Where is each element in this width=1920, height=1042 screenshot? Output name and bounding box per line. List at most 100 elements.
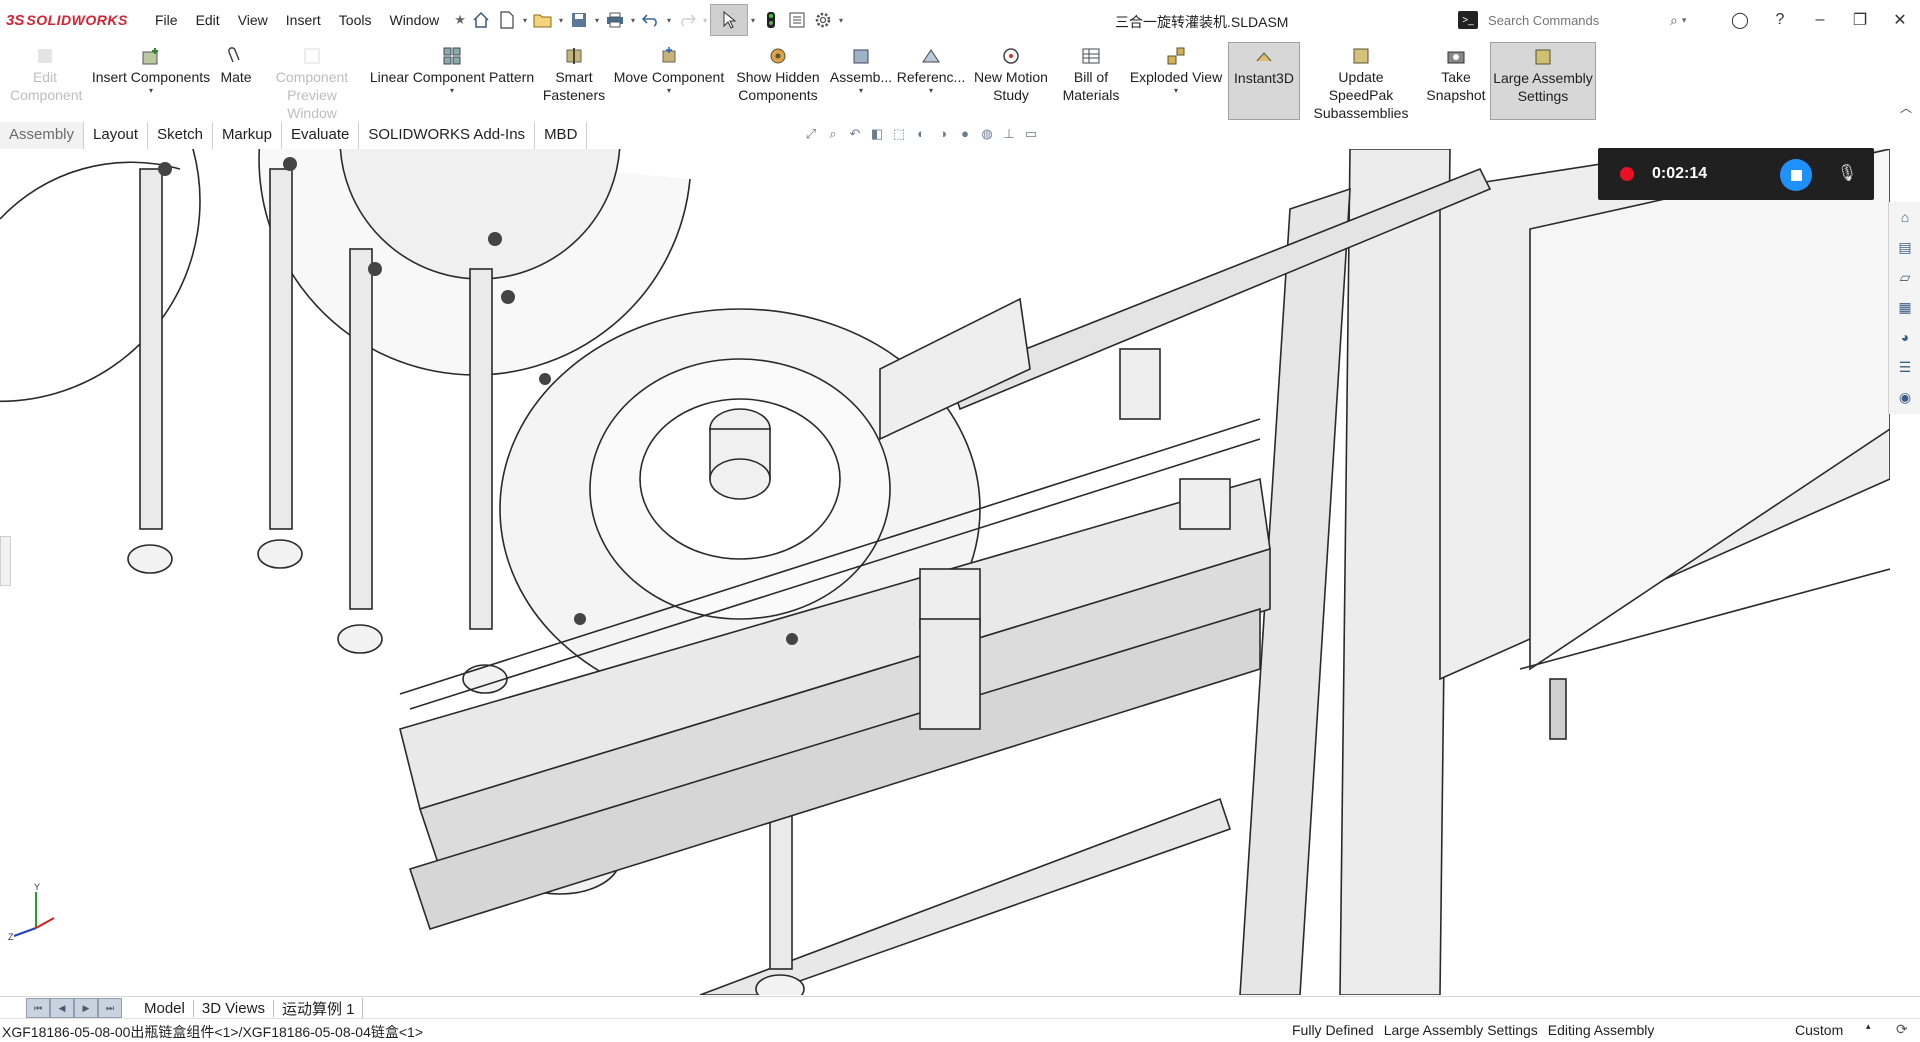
chevron-down-icon[interactable]: ▾ bbox=[628, 16, 638, 25]
chevron-down-icon[interactable]: ▾ bbox=[664, 16, 674, 25]
help-icon[interactable]: ? bbox=[1760, 11, 1800, 29]
select-arrow-icon[interactable] bbox=[710, 4, 748, 36]
reference-geometry-button[interactable]: Referenc... ▾ bbox=[896, 42, 966, 118]
last-tab-icon[interactable]: ⏭ bbox=[98, 998, 122, 1018]
tab-3d-views[interactable]: 3D Views bbox=[194, 999, 274, 1017]
redo-icon[interactable] bbox=[674, 8, 700, 32]
file-explorer-icon[interactable]: ▱ bbox=[1889, 262, 1920, 292]
instant3d-button[interactable]: Instant3D bbox=[1228, 42, 1300, 120]
menu-edit[interactable]: Edit bbox=[187, 12, 229, 28]
view-palette-icon[interactable]: ▦ bbox=[1889, 292, 1920, 322]
large-assembly-settings-button[interactable]: Large Assembly Settings bbox=[1490, 42, 1596, 120]
chevron-down-icon[interactable]: ▾ bbox=[700, 16, 710, 25]
menu-tools[interactable]: Tools bbox=[330, 12, 381, 28]
move-component-button[interactable]: Move Component ▾ bbox=[610, 42, 728, 118]
save-icon[interactable] bbox=[566, 8, 592, 32]
display-style-icon[interactable]: ◐ bbox=[910, 126, 932, 148]
tab-sketch[interactable]: Sketch bbox=[148, 122, 213, 149]
chevron-down-icon[interactable]: ▾ bbox=[520, 16, 530, 25]
status-large-assembly[interactable]: Large Assembly Settings bbox=[1384, 1022, 1538, 1038]
close-button[interactable]: ✕ bbox=[1880, 10, 1920, 30]
undo-icon[interactable] bbox=[638, 8, 664, 32]
chevron-down-icon[interactable]: ▾ bbox=[1682, 15, 1687, 26]
menu-view[interactable]: View bbox=[229, 12, 277, 28]
solidworks-forum-icon[interactable]: ◉ bbox=[1889, 382, 1920, 412]
assembly-model[interactable] bbox=[0, 149, 1890, 995]
new-motion-study-button[interactable]: New Motion Study bbox=[968, 42, 1054, 118]
solidworks-resources-icon[interactable]: ⌂ bbox=[1889, 202, 1920, 232]
take-snapshot-button[interactable]: Take Snapshot bbox=[1422, 42, 1490, 118]
mate-button[interactable]: Mate bbox=[214, 42, 258, 118]
insert-components-button[interactable]: Insert Components ▾ bbox=[88, 42, 214, 118]
appearances-icon[interactable]: ◕ bbox=[1889, 322, 1920, 352]
component-preview-window-button[interactable]: Component Preview Window bbox=[262, 42, 362, 121]
update-speedpak-button[interactable]: Update SpeedPak Subassemblies bbox=[1302, 42, 1420, 121]
command-prompt-icon[interactable]: >_ bbox=[1458, 11, 1478, 29]
tab-mbd[interactable]: MBD bbox=[535, 122, 588, 149]
linear-component-pattern-button[interactable]: Linear Component Pattern ▾ bbox=[366, 42, 538, 118]
chevron-down-icon[interactable]: ▾ bbox=[556, 16, 566, 25]
smart-fasteners-button[interactable]: Smart Fasteners bbox=[538, 42, 610, 118]
chevron-up-icon[interactable]: ▴ bbox=[1866, 1021, 1871, 1032]
section-view-icon[interactable]: ◧ bbox=[866, 126, 888, 148]
chevron-down-icon[interactable]: ▾ bbox=[667, 86, 671, 96]
apply-scene-icon[interactable]: ◍ bbox=[976, 126, 998, 148]
feature-manager-handle[interactable] bbox=[0, 536, 11, 586]
new-document-icon[interactable] bbox=[494, 8, 520, 32]
custom-properties-icon[interactable]: ☰ bbox=[1889, 352, 1920, 382]
tab-layout[interactable]: Layout bbox=[84, 122, 149, 149]
chevron-down-icon[interactable]: ▾ bbox=[592, 16, 602, 25]
design-library-icon[interactable]: ▤ bbox=[1889, 232, 1920, 262]
solidworks-logo[interactable]: 3S SOLIDWORKS bbox=[6, 9, 128, 31]
previous-view-icon[interactable]: ↶ bbox=[844, 126, 866, 148]
tab-markup[interactable]: Markup bbox=[213, 122, 282, 149]
show-hidden-components-button[interactable]: Show Hidden Components bbox=[730, 42, 826, 118]
minimize-button[interactable]: – bbox=[1800, 11, 1840, 29]
prev-tab-icon[interactable]: ◀ bbox=[50, 998, 74, 1018]
edit-appearance-icon[interactable]: ● bbox=[954, 126, 976, 148]
assembly-features-button[interactable]: Assemb... ▾ bbox=[828, 42, 894, 118]
zoom-to-fit-icon[interactable]: ⤢ bbox=[800, 126, 822, 148]
mic-muted-icon[interactable]: 🎙 bbox=[1834, 161, 1860, 187]
tab-model[interactable]: Model bbox=[136, 999, 194, 1017]
first-tab-icon[interactable]: ⏮ bbox=[26, 998, 50, 1018]
chevron-down-icon[interactable]: ▾ bbox=[450, 86, 454, 96]
chevron-down-icon[interactable]: ▾ bbox=[929, 86, 933, 96]
rebuild-icon[interactable]: ⟳ bbox=[1896, 1021, 1908, 1038]
search-input[interactable] bbox=[1486, 11, 1670, 29]
hide-show-items-icon[interactable]: ◑ bbox=[932, 126, 954, 148]
restore-button[interactable]: ❐ bbox=[1840, 10, 1880, 30]
view-settings-icon[interactable]: ⊥ bbox=[998, 126, 1020, 148]
graphics-area[interactable] bbox=[0, 149, 1890, 995]
chevron-down-icon[interactable]: ▾ bbox=[1174, 86, 1178, 96]
stop-recording-button[interactable] bbox=[1780, 159, 1812, 191]
chevron-down-icon[interactable]: ▾ bbox=[859, 86, 863, 96]
open-icon[interactable] bbox=[530, 8, 556, 32]
tab-assembly[interactable]: Assembly bbox=[0, 122, 85, 149]
account-icon[interactable]: ◯ bbox=[1720, 10, 1760, 30]
options-gear-icon[interactable] bbox=[810, 8, 836, 32]
chevron-down-icon[interactable]: ▾ bbox=[149, 86, 153, 96]
tab-evaluate[interactable]: Evaluate bbox=[282, 122, 360, 149]
menu-window[interactable]: Window bbox=[380, 12, 448, 28]
menu-insert[interactable]: Insert bbox=[277, 12, 330, 28]
edit-component-button[interactable]: Edit Component bbox=[4, 42, 86, 118]
exploded-view-button[interactable]: Exploded View ▾ bbox=[1128, 42, 1224, 118]
bill-of-materials-button[interactable]: Bill of Materials bbox=[1056, 42, 1126, 118]
tab-motion-study-1[interactable]: 运动算例 1 bbox=[274, 997, 364, 1019]
unit-system[interactable]: Custom bbox=[1795, 1022, 1843, 1038]
tab-addins[interactable]: SOLIDWORKS Add-Ins bbox=[359, 122, 536, 149]
chevron-down-icon[interactable]: ▾ bbox=[748, 16, 758, 25]
search-icon[interactable]: ⌕ bbox=[1670, 12, 1678, 29]
chevron-down-icon[interactable]: ▾ bbox=[836, 16, 846, 25]
zoom-area-icon[interactable]: ⌕ bbox=[822, 126, 844, 148]
menu-file[interactable]: File bbox=[146, 12, 187, 28]
file-properties-icon[interactable] bbox=[784, 8, 810, 32]
home-icon[interactable] bbox=[468, 8, 494, 32]
view-orientation-icon[interactable]: ⬚ bbox=[888, 126, 910, 148]
traffic-light-icon[interactable] bbox=[758, 8, 784, 32]
display-pane-icon[interactable]: ▭ bbox=[1020, 126, 1042, 148]
print-icon[interactable] bbox=[602, 8, 628, 32]
next-tab-icon[interactable]: ▶ bbox=[74, 998, 98, 1018]
collapse-ribbon-icon[interactable]: ︿ bbox=[1900, 99, 1912, 116]
